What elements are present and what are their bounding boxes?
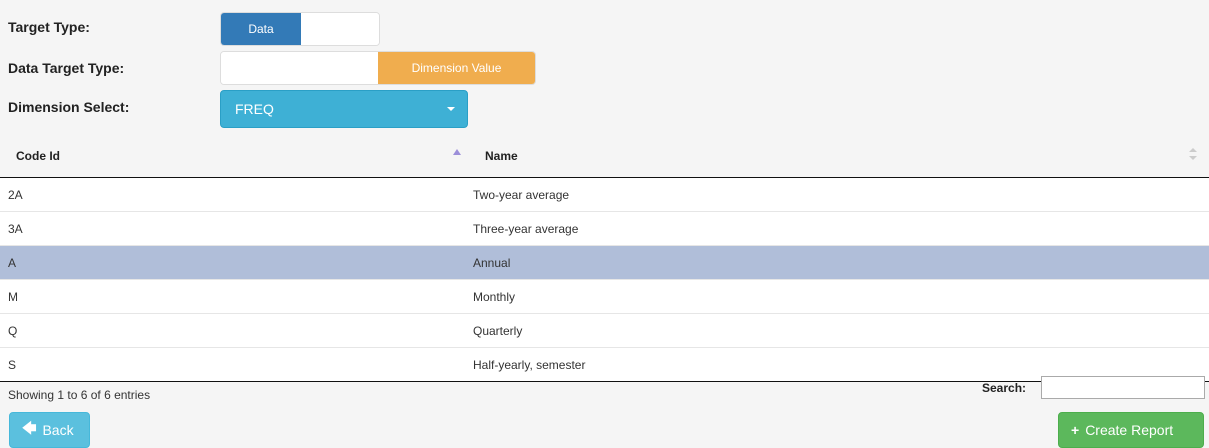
cell-code-id: A: [0, 245, 473, 280]
table-row[interactable]: S Half-yearly, semester: [0, 347, 1209, 382]
table-row[interactable]: 2A Two-year average: [0, 177, 1209, 212]
column-header-name[interactable]: Name: [473, 134, 1209, 178]
target-type-label: Target Type:: [8, 19, 90, 35]
dimension-select-label: Dimension Select:: [8, 99, 130, 115]
target-type-other-option[interactable]: [301, 13, 379, 45]
back-button-label: Back: [42, 422, 74, 438]
data-target-type-other-option[interactable]: [221, 52, 378, 84]
column-header-code-id-label: Code Id: [16, 148, 60, 163]
table-info-text: Showing 1 to 6 of 6 entries: [8, 388, 151, 402]
column-header-name-label: Name: [485, 148, 518, 163]
cell-name: Annual: [473, 245, 1209, 280]
cell-name: Quarterly: [473, 313, 1209, 348]
plus-icon: +: [1071, 422, 1080, 438]
search-input[interactable]: [1041, 376, 1205, 399]
cell-name: Three-year average: [473, 211, 1209, 246]
arrow-left-icon: 🡄: [22, 420, 37, 436]
dimension-select-dropdown[interactable]: FREQ: [220, 90, 468, 128]
codes-table: Code Id Name 2A Two-year average 3A Thre…: [0, 134, 1209, 382]
data-target-type-label: Data Target Type:: [8, 60, 125, 76]
cell-code-id: S: [0, 347, 473, 382]
cell-name: Monthly: [473, 279, 1209, 314]
table-row-selected[interactable]: A Annual: [0, 245, 1209, 280]
back-button[interactable]: 🡄 Back: [9, 412, 90, 448]
cell-code-id: M: [0, 279, 473, 314]
cell-code-id: 2A: [0, 177, 473, 212]
create-report-button[interactable]: + Create Report: [1058, 412, 1204, 448]
data-target-type-dimension-value-option[interactable]: Dimension Value: [378, 52, 535, 84]
table-row[interactable]: M Monthly: [0, 279, 1209, 314]
cell-code-id: 3A: [0, 211, 473, 246]
column-header-code-id[interactable]: Code Id: [0, 134, 473, 178]
cell-name: Two-year average: [473, 177, 1209, 212]
target-type-data-option[interactable]: Data: [221, 13, 301, 45]
target-type-toggle: Data: [220, 12, 380, 46]
create-report-button-label: Create Report: [1085, 422, 1174, 438]
table-header-row: Code Id Name: [0, 134, 1209, 178]
search-label: Search:: [982, 381, 1027, 395]
table-row[interactable]: Q Quarterly: [0, 313, 1209, 348]
table-row[interactable]: 3A Three-year average: [0, 211, 1209, 246]
data-target-type-toggle: Dimension Value: [220, 51, 536, 85]
dimension-select-value: FREQ: [235, 101, 274, 117]
sort-asc-icon: [453, 149, 461, 155]
cell-code-id: Q: [0, 313, 473, 348]
sort-both-icon: [1189, 148, 1197, 160]
caret-down-icon: [447, 107, 455, 111]
